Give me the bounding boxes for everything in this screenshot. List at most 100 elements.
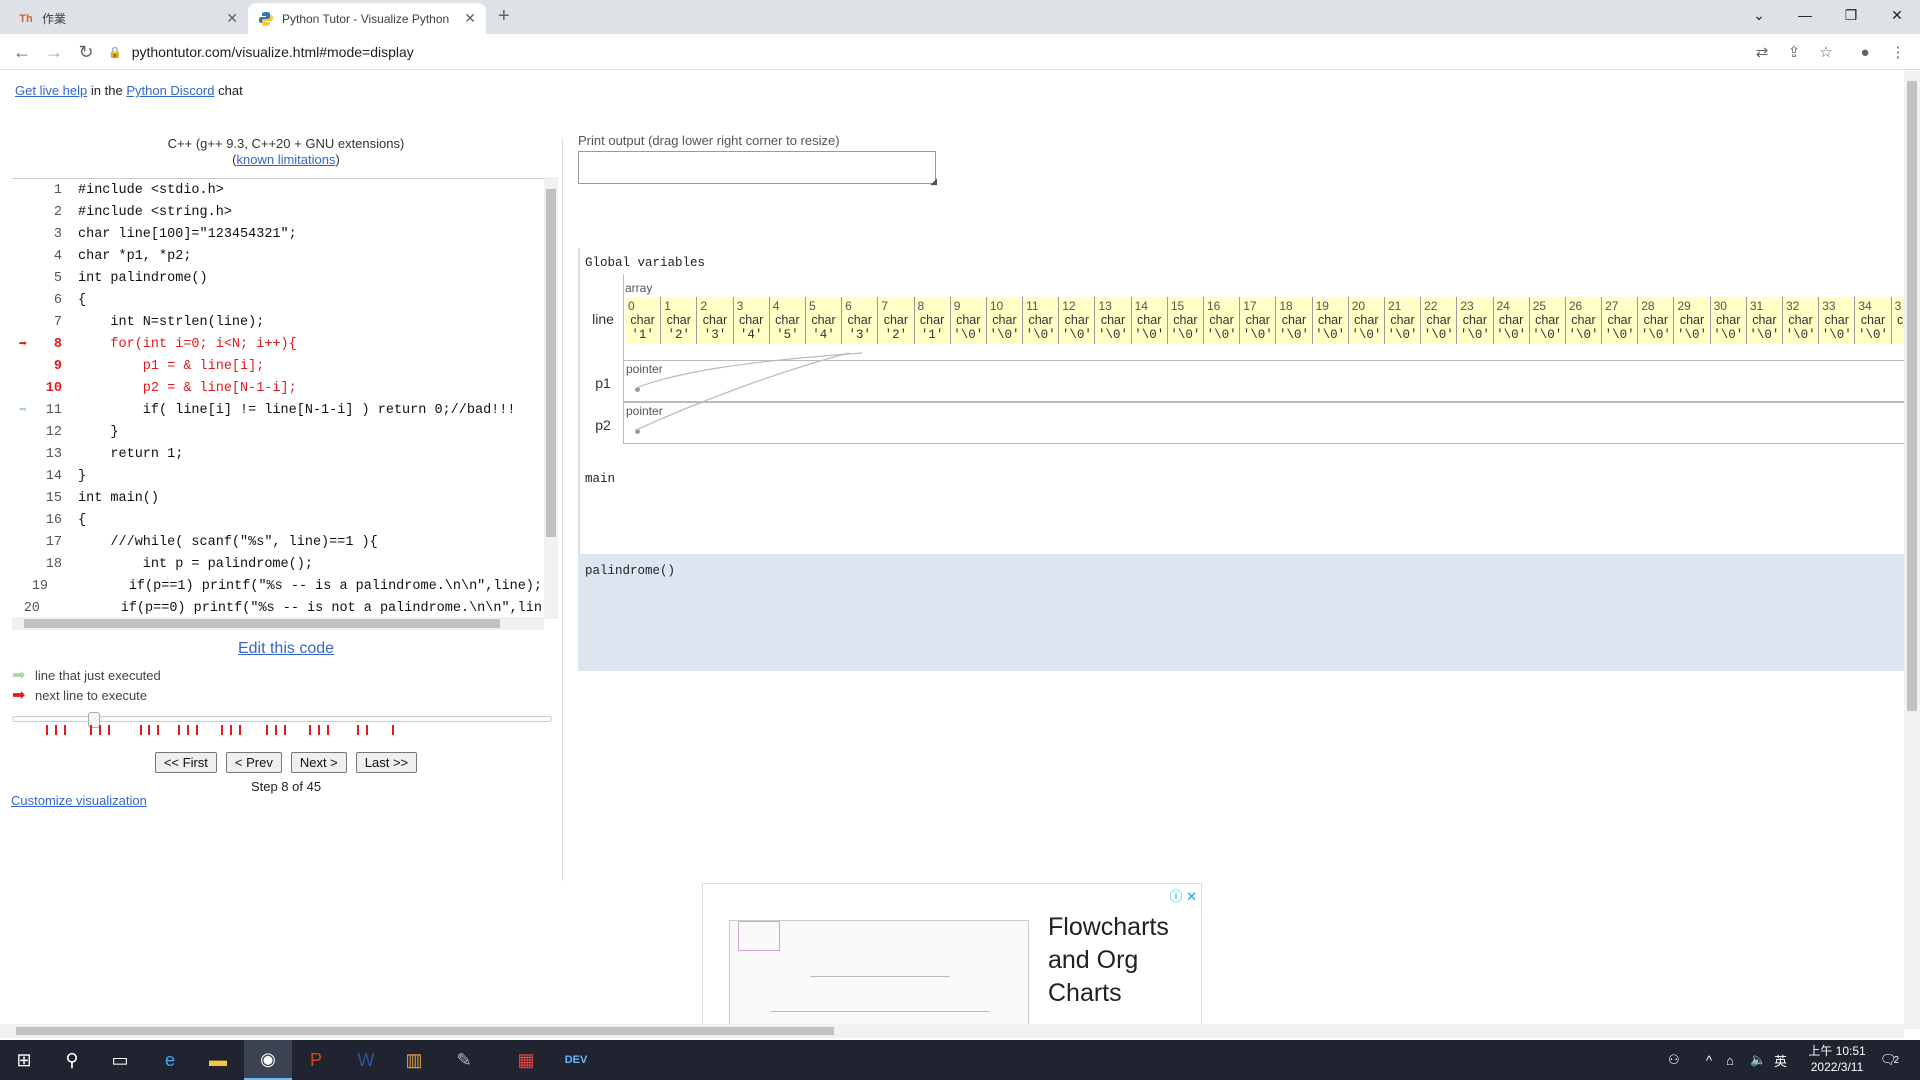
cell-value: '\0' — [1242, 328, 1273, 342]
tool-app-icon[interactable]: ✎ — [440, 1040, 488, 1080]
cell-type: char — [847, 313, 872, 327]
code-line[interactable]: 9 p1 = & line[i]; — [12, 355, 542, 377]
cell-value: '\ — [1892, 328, 1904, 342]
share-icon[interactable]: ⇪ — [1784, 42, 1804, 62]
code-line[interactable]: 2 #include <string.h> — [12, 201, 542, 223]
code-line[interactable]: 13 return 1; — [12, 443, 542, 465]
ad-headline: Flowcharts and Org Charts — [1048, 913, 1169, 1007]
code-line[interactable]: 20 if(p==0) printf("%s -- is not a palin… — [12, 597, 542, 619]
cell-value: '4' — [739, 328, 763, 342]
code-line[interactable]: ➡ 11 if( line[i] != line[N-1-i] ) return … — [12, 399, 542, 421]
cell-index: 30 — [1713, 299, 1727, 313]
profile-avatar-icon[interactable]: ● — [1855, 42, 1875, 62]
code-line[interactable]: ➡ 8 for(int i=0; i<N; i++){ — [12, 333, 542, 355]
python-discord-link[interactable]: Python Discord — [126, 83, 214, 98]
close-tab-icon[interactable]: ✕ — [464, 10, 476, 27]
ad-info-close-icon[interactable]: ⓘ ✕ — [1169, 886, 1197, 905]
volume-icon[interactable]: 🔈 — [1750, 1040, 1766, 1080]
code-vertical-scrollbar[interactable] — [544, 177, 558, 619]
clock[interactable]: 上午 10:51 2022/3/11 — [1792, 1043, 1882, 1075]
cell-type: char — [883, 313, 909, 327]
code-text: #include <string.h> — [78, 204, 232, 220]
colorful-app-icon[interactable]: ▦ — [502, 1040, 550, 1080]
cell-index: 4 — [772, 299, 780, 313]
step-tick — [357, 725, 359, 735]
code-line[interactable]: 17 ///while( scanf("%s", line)==1 ){ — [12, 531, 542, 553]
browser-tab-1[interactable]: Th 作業 ✕ — [8, 3, 248, 34]
edge-icon[interactable]: e — [146, 1040, 194, 1080]
resize-handle-icon[interactable]: ◢ — [930, 176, 937, 187]
code-line[interactable]: 12 } — [12, 421, 542, 443]
bookmark-star-icon[interactable]: ☆ — [1816, 42, 1836, 62]
network-icon[interactable]: ⌂ — [1726, 1040, 1734, 1080]
close-tab-icon[interactable]: ✕ — [226, 10, 238, 27]
code-horizontal-scrollbar[interactable] — [12, 617, 544, 630]
browser-tab-2[interactable]: Python Tutor - Visualize Python ✕ — [248, 3, 486, 34]
close-window-icon[interactable]: ✕ — [1874, 0, 1920, 30]
ime-indicator[interactable]: 英 — [1774, 1040, 1787, 1080]
next-button[interactable]: Next > — [290, 752, 347, 773]
notification-icon[interactable]: 🗨 2 — [1880, 1040, 1899, 1080]
cell-index: 11 — [1026, 299, 1039, 313]
known-limitations-link[interactable]: known limitations — [237, 152, 336, 167]
cell-value: '\0' — [1134, 328, 1165, 342]
task-view-icon[interactable]: ▭ — [96, 1040, 144, 1080]
code-line[interactable]: 15 int main() — [12, 487, 542, 509]
code-line[interactable]: 4 char *p1, *p2; — [12, 245, 542, 267]
tab-title: Python Tutor - Visualize Python — [282, 11, 450, 26]
windows-start-icon[interactable]: ⊞ — [0, 1040, 48, 1080]
step-tick — [266, 725, 268, 735]
minimize-icon[interactable]: — — [1782, 0, 1828, 30]
step-tick — [55, 725, 57, 735]
search-icon[interactable]: ⚲ — [48, 1040, 96, 1080]
first-button[interactable]: << First — [154, 752, 217, 773]
code-line[interactable]: 10 p2 = & line[N-1-i]; — [12, 377, 542, 399]
code-text: ///while( scanf("%s", line)==1 ){ — [78, 534, 378, 550]
translate-icon[interactable]: ⇄ — [1752, 42, 1772, 62]
word-icon[interactable]: W — [342, 1040, 390, 1080]
page-horizontal-scrollbar[interactable] — [0, 1024, 1904, 1038]
code-line[interactable]: 7 int N=strlen(line); — [12, 311, 542, 333]
last-button[interactable]: Last >> — [355, 752, 418, 773]
code-line[interactable]: 16 { — [12, 509, 542, 531]
restore-icon[interactable]: ❐ — [1828, 0, 1874, 30]
code-line[interactable]: 14} — [12, 465, 542, 487]
lock-icon[interactable]: 🔒 — [108, 46, 122, 59]
cell-value: '\0' — [989, 328, 1020, 342]
customize-visualization-link[interactable]: Customize visualization — [11, 793, 147, 808]
powerpoint-icon[interactable]: P — [292, 1040, 340, 1080]
cell-value: '\0' — [1749, 328, 1780, 342]
app-icon[interactable]: ▥ — [390, 1040, 438, 1080]
array-type-label: array — [625, 281, 653, 295]
edit-code-link[interactable]: Edit this code — [238, 640, 334, 657]
dev-cpp-icon[interactable]: DEV — [552, 1040, 600, 1080]
live-help-link[interactable]: Get live help — [15, 83, 87, 98]
advertisement[interactable]: ⓘ ✕ Flowcharts and Org Charts — [702, 883, 1202, 1029]
code-line[interactable]: 19 if(p==1) printf("%s -- is a palindrom… — [12, 575, 542, 597]
code-line[interactable]: 5 int palindrome() — [12, 267, 542, 289]
prev-button[interactable]: < Prev — [225, 752, 282, 773]
code-line[interactable]: 3 char line[100]="123454321"; — [12, 223, 542, 245]
page-vertical-scrollbar[interactable] — [1904, 71, 1920, 1029]
show-hidden-icons[interactable]: ^ — [1706, 1040, 1712, 1080]
print-output-box[interactable]: ◢ — [578, 151, 937, 187]
forward-icon[interactable]: → — [42, 40, 66, 64]
tab-search-icon[interactable]: ⌄ — [1736, 0, 1782, 30]
code-line[interactable]: 18 int p = palindrome(); — [12, 553, 542, 575]
code-text: } — [78, 424, 119, 440]
reload-icon[interactable]: ↻ — [74, 40, 98, 64]
code-line[interactable]: 1 #include <stdio.h> — [12, 179, 542, 201]
step-tick — [284, 725, 286, 735]
people-icon[interactable]: ⚇ — [1668, 1040, 1680, 1080]
legend-next-label: next line to execute — [35, 687, 148, 703]
code-line[interactable]: 6{ — [12, 289, 542, 311]
file-explorer-icon[interactable]: ▬ — [194, 1040, 242, 1080]
new-tab-icon[interactable]: + — [498, 5, 510, 28]
array-cell: 18 char '\0' — [1276, 297, 1313, 344]
chrome-icon[interactable]: ◉ — [244, 1040, 292, 1080]
code-text: } — [78, 468, 87, 484]
code-text: for(int i=0; i<N; i++){ — [78, 336, 297, 352]
back-icon[interactable]: ← — [10, 40, 34, 64]
menu-kebab-icon[interactable]: ⋮ — [1888, 42, 1908, 62]
address-bar[interactable]: 🔒 pythontutor.com/visualize.html#mode=di… — [108, 38, 1788, 66]
